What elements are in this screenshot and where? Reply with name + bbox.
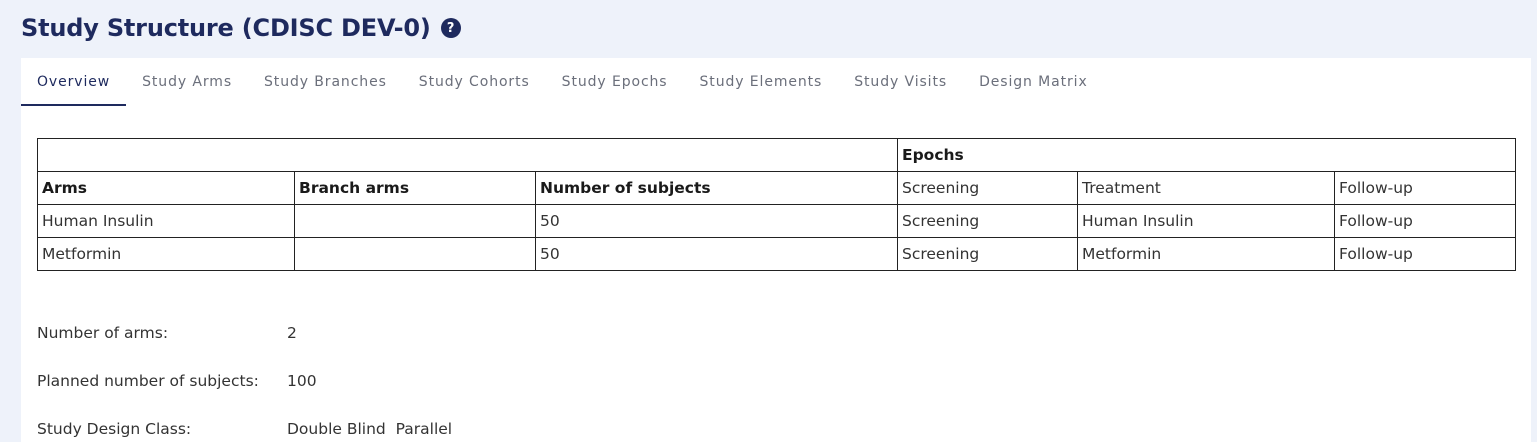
- cell-epoch-treatment: Metformin: [1077, 237, 1335, 271]
- cell-branch-arm: [294, 237, 536, 271]
- tab-study-visits[interactable]: Study Visits: [838, 58, 963, 106]
- summary-row-number-of-arms: Number of arms: 2: [37, 309, 452, 357]
- summary-value: 100: [287, 372, 317, 390]
- page-title: Study Structure (CDISC DEV-0): [21, 14, 431, 42]
- cell-epoch-treatment: Human Insulin: [1077, 204, 1335, 238]
- tab-study-branches[interactable]: Study Branches: [248, 58, 403, 106]
- tab-study-elements[interactable]: Study Elements: [684, 58, 839, 106]
- page-header: Study Structure (CDISC DEV-0) ?: [21, 14, 461, 42]
- cell-branch-arm: [294, 204, 536, 238]
- content-card: Overview Study Arms Study Branches Study…: [21, 58, 1531, 442]
- summary-row-design-class: Study Design Class: Double Blind Paralle…: [37, 405, 452, 442]
- help-icon[interactable]: ?: [440, 18, 461, 38]
- epochs-header: Epochs: [897, 138, 1516, 172]
- summary-value: Double Blind Parallel: [287, 420, 453, 438]
- cell-epoch-screening: Screening: [897, 237, 1078, 271]
- study-structure-table: Epochs Arms Branch arms Number of subjec…: [37, 138, 1516, 271]
- column-header-epoch-treatment: Treatment: [1077, 171, 1335, 205]
- cell-number-of-subjects: 50: [535, 237, 898, 271]
- cell-epoch-screening: Screening: [897, 204, 1078, 238]
- cell-number-of-subjects: 50: [535, 204, 898, 238]
- summary-label: Planned number of subjects:: [37, 372, 259, 390]
- table-header-row: Arms Branch arms Number of subjects Scre…: [37, 171, 1516, 205]
- study-summary: Number of arms: 2 Planned number of subj…: [37, 309, 452, 442]
- tab-study-cohorts[interactable]: Study Cohorts: [403, 58, 546, 106]
- tab-design-matrix[interactable]: Design Matrix: [963, 58, 1104, 106]
- column-header-arms: Arms: [37, 171, 295, 205]
- table-row: Human Insulin 50 Screening Human Insulin…: [37, 204, 1516, 238]
- column-header-branch-arms: Branch arms: [294, 171, 536, 205]
- cell-arm: Metformin: [37, 237, 295, 271]
- tab-bar: Overview Study Arms Study Branches Study…: [21, 58, 1531, 106]
- cell-epoch-follow-up: Follow-up: [1334, 204, 1516, 238]
- table-header-row-epochs: Epochs: [37, 138, 1516, 172]
- column-header-epoch-follow-up: Follow-up: [1334, 171, 1516, 205]
- cell-arm: Human Insulin: [37, 204, 295, 238]
- summary-row-planned-subjects: Planned number of subjects: 100: [37, 357, 452, 405]
- cell-epoch-follow-up: Follow-up: [1334, 237, 1516, 271]
- column-header-epoch-screening: Screening: [897, 171, 1078, 205]
- column-header-number-of-subjects: Number of subjects: [535, 171, 898, 205]
- tab-overview[interactable]: Overview: [21, 58, 127, 106]
- tab-study-epochs[interactable]: Study Epochs: [546, 58, 684, 106]
- tab-study-arms[interactable]: Study Arms: [126, 58, 248, 106]
- empty-header-cell: [37, 138, 898, 172]
- summary-label: Study Design Class:: [37, 420, 192, 438]
- summary-value: 2: [287, 324, 297, 342]
- summary-label: Number of arms:: [37, 324, 169, 342]
- table-row: Metformin 50 Screening Metformin Follow-…: [37, 237, 1516, 271]
